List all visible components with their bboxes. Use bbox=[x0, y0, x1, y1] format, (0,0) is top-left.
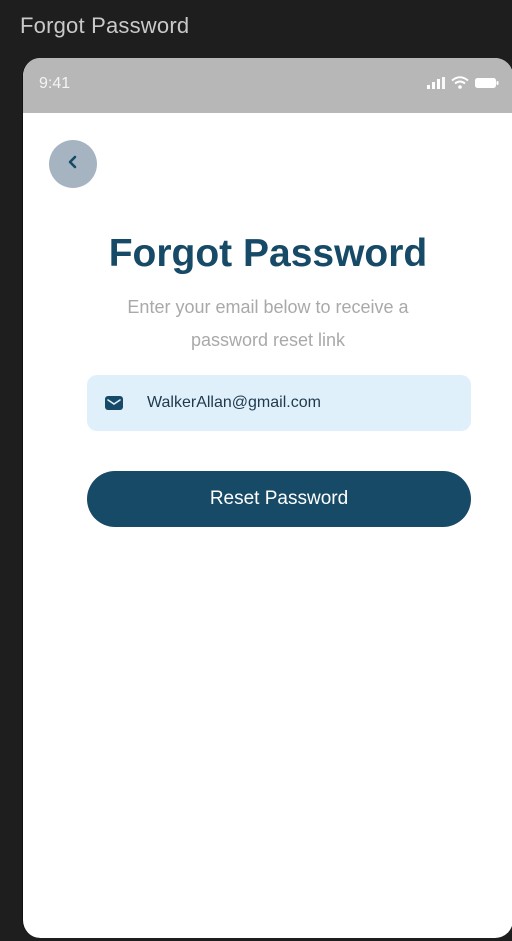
signal-icon bbox=[427, 76, 445, 94]
status-time: 9:41 bbox=[39, 75, 71, 92]
mail-icon bbox=[105, 396, 123, 410]
chevron-left-icon bbox=[65, 154, 81, 175]
page-subtitle: Enter your email below to receive a pass… bbox=[83, 291, 453, 357]
status-icons bbox=[427, 76, 499, 94]
wifi-icon bbox=[451, 76, 469, 94]
back-button[interactable] bbox=[49, 140, 97, 188]
page-title: Forgot Password bbox=[108, 232, 428, 275]
status-bar: 9:41 bbox=[23, 58, 512, 113]
email-field[interactable] bbox=[87, 375, 471, 431]
frame-title: Forgot Password bbox=[20, 13, 190, 38]
reset-password-button[interactable]: Reset Password bbox=[87, 471, 471, 527]
subtitle-line-2: password reset link bbox=[190, 330, 346, 350]
phone-screen: 9:41 Forgot Password Enter your email be… bbox=[22, 58, 512, 938]
battery-icon bbox=[475, 76, 499, 94]
subtitle-line-1: Enter your email below to receive a bbox=[127, 297, 409, 317]
email-input[interactable] bbox=[145, 393, 449, 413]
